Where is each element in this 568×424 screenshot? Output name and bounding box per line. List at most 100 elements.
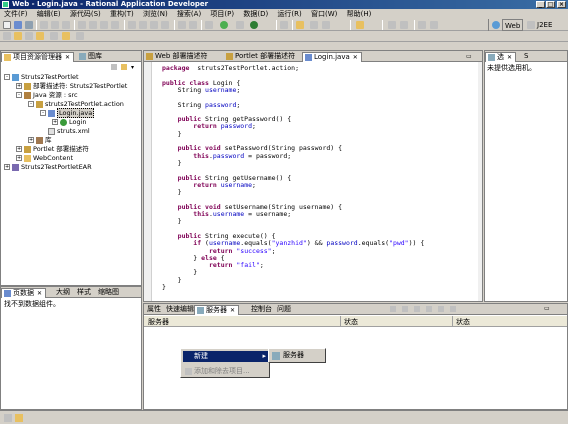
tab-page-data[interactable]: 页数据 ✕ (1, 288, 47, 298)
close-icon[interactable]: ✕ (507, 54, 512, 61)
toolbar-icon-5[interactable] (89, 21, 97, 29)
tree-item-webcontent[interactable]: + WebContent (16, 154, 73, 163)
menu-refactor[interactable]: 重构(T) (107, 9, 137, 19)
close-icon[interactable]: ✕ (353, 54, 358, 61)
server-start-icon[interactable] (402, 306, 408, 312)
tab-quick-edit[interactable]: 快速编辑 (163, 305, 197, 315)
expand-toggle[interactable]: + (52, 119, 58, 125)
expand-toggle[interactable]: + (16, 83, 22, 89)
server-publish-icon[interactable] (450, 306, 456, 312)
web-perspective-button[interactable]: Web (502, 19, 524, 31)
toolbar-icon-4[interactable] (78, 21, 86, 29)
server-debug-icon[interactable] (390, 306, 396, 312)
toolbar-icon-8[interactable] (128, 21, 136, 29)
expand-toggle[interactable]: + (16, 146, 22, 152)
toolbar-icon-3[interactable] (62, 21, 70, 29)
menu-edit[interactable]: 编辑(E) (34, 9, 64, 19)
context-menu-new[interactable]: 新建 ▸ (183, 351, 269, 362)
link-editor-icon[interactable] (121, 64, 127, 70)
tree-item-ear-project[interactable]: + Struts2TestPortletEAR (4, 163, 92, 172)
tab-gallery[interactable]: 图库 (77, 52, 105, 62)
collapse-toggle[interactable]: - (40, 110, 46, 116)
fast-view-icon[interactable] (4, 414, 12, 422)
toolbar-icon-10[interactable] (150, 21, 158, 29)
toolbar-icon-9[interactable] (139, 21, 147, 29)
debug-icon[interactable] (250, 21, 258, 29)
collapse-all-icon[interactable] (111, 64, 117, 70)
menu-search[interactable]: 搜索(A) (174, 9, 204, 19)
close-icon[interactable]: ✕ (37, 290, 42, 297)
menu-project[interactable]: 项目(P) (207, 9, 237, 19)
minimize-button[interactable]: _ (536, 1, 545, 8)
menu-data[interactable]: 数据(D) (240, 9, 271, 19)
close-icon[interactable]: ✕ (65, 54, 70, 61)
toolbar-icon-7[interactable] (111, 21, 119, 29)
toolbar2-icon-2[interactable] (14, 32, 22, 40)
tab-properties[interactable]: 属性 (144, 305, 164, 315)
tree-item-deployment-descriptor[interactable]: + 部署描述符: Struts2TestPortlet (16, 82, 127, 91)
back-icon[interactable] (418, 21, 426, 29)
tree-item-libraries[interactable]: + 库 (28, 136, 52, 145)
tab-thumbnails[interactable]: 缩略图 (95, 288, 122, 298)
tab-outline-select[interactable]: 选 ✕ (485, 52, 517, 62)
tree-item-login-java[interactable]: - Login.java (40, 108, 95, 118)
toolbar2-icon-5[interactable] (50, 32, 58, 40)
menu-window[interactable]: 窗口(W) (308, 9, 340, 19)
column-status[interactable]: 状态 (344, 317, 358, 327)
toolbar-icon-16[interactable] (280, 21, 288, 29)
toolbar-icon-19[interactable] (388, 21, 396, 29)
tab-servers[interactable]: 服务器 ✕ (194, 305, 240, 315)
status-icon[interactable] (15, 414, 23, 422)
toolbar-icon-1[interactable] (40, 21, 48, 29)
tree-item-java-resources[interactable]: - Java 资源 : src (16, 91, 78, 100)
tab-outline[interactable]: 大纲 (53, 288, 73, 298)
toolbar2-icon-4[interactable] (36, 32, 44, 40)
server-profile-icon[interactable] (414, 306, 420, 312)
tab-login-java[interactable]: Login.java ✕ (302, 52, 362, 62)
toolbar-icon-13[interactable] (189, 21, 197, 29)
tab-styles[interactable]: 样式 (74, 288, 94, 298)
expand-toggle[interactable]: + (28, 137, 34, 143)
toolbar2-icon-3[interactable] (25, 32, 33, 40)
tab-problems[interactable]: 问题 (274, 305, 294, 315)
minimize-view-icon[interactable]: ▭ (466, 53, 472, 60)
maximize-button[interactable]: □ (546, 1, 555, 8)
open-type-icon[interactable] (356, 21, 364, 29)
tab-web-deployment-descriptor[interactable]: Web 部署描述符 (144, 52, 211, 62)
print-icon[interactable] (25, 21, 33, 29)
close-button[interactable]: × (557, 1, 566, 8)
tab-portlet-deployment-descriptor[interactable]: Portlet 部署描述符 (224, 52, 298, 62)
menu-file[interactable]: 文件(F) (1, 9, 31, 19)
minimize-view-icon[interactable]: ▭ (544, 305, 550, 312)
menu-run[interactable]: 运行(R) (274, 9, 304, 19)
expand-toggle[interactable]: + (16, 155, 22, 161)
toolbar-icon-14[interactable] (205, 21, 213, 29)
toolbar-icon-6[interactable] (100, 21, 108, 29)
view-menu-icon[interactable]: ▾ (131, 64, 134, 71)
collapse-toggle[interactable]: - (16, 92, 22, 98)
new-icon[interactable] (3, 21, 11, 29)
tree-item-struts-xml[interactable]: struts.xml (40, 127, 90, 136)
toolbar2-icon-7[interactable] (76, 32, 84, 40)
toolbar-icon-11[interactable] (161, 21, 169, 29)
server-stop-icon[interactable] (438, 306, 444, 312)
menu-navigate[interactable]: 浏览(N) (140, 9, 171, 19)
tab-console[interactable]: 控制台 (248, 305, 275, 315)
expand-toggle[interactable]: + (4, 164, 10, 170)
tab-project-explorer[interactable]: 项目资源管理器 ✕ (1, 52, 75, 62)
toolbar-icon-2[interactable] (51, 21, 59, 29)
toolbar2-icon-6[interactable] (62, 32, 70, 40)
submenu-server[interactable]: 服务器 (283, 351, 304, 359)
column-state[interactable]: 状态 (456, 317, 470, 327)
collapse-toggle[interactable]: - (28, 101, 34, 107)
j2ee-perspective-button[interactable]: J2EE (537, 19, 552, 31)
server-restart-icon[interactable] (426, 306, 432, 312)
toolbar-icon-12[interactable] (178, 21, 186, 29)
menu-source[interactable]: 源代码(S) (67, 9, 104, 19)
forward-icon[interactable] (430, 21, 438, 29)
toolbar-icon-18[interactable] (322, 21, 330, 29)
run-icon[interactable] (220, 21, 228, 29)
tab-s[interactable]: S (521, 52, 531, 62)
tree-item-project[interactable]: - Struts2TestPortlet (4, 73, 79, 82)
close-icon[interactable]: ✕ (230, 307, 235, 314)
